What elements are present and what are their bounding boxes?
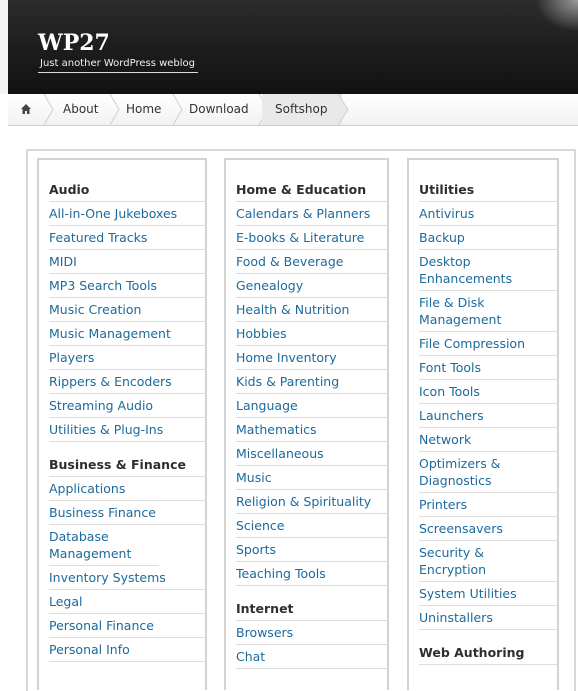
- category-link[interactable]: Miscellaneous: [236, 442, 387, 466]
- category-link[interactable]: Business Finance: [49, 501, 205, 525]
- category-link[interactable]: Utilities & Plug-Ins: [49, 418, 205, 442]
- category-link[interactable]: E-books & Literature: [236, 226, 387, 250]
- category-link[interactable]: Applications: [49, 477, 205, 501]
- category-link[interactable]: Players: [49, 346, 205, 370]
- category-link[interactable]: Genealogy: [236, 274, 387, 298]
- category-link[interactable]: Calendars & Planners: [236, 202, 387, 226]
- category-link[interactable]: Font Tools: [419, 356, 557, 380]
- category-link[interactable]: File & Disk Management: [419, 291, 557, 332]
- group-title-home-education[interactable]: Home & Education: [236, 181, 387, 202]
- category-link[interactable]: Religion & Spirituality: [236, 490, 387, 514]
- group-title-internet[interactable]: Internet: [236, 600, 387, 621]
- category-link[interactable]: Printers: [419, 493, 557, 517]
- category-link[interactable]: Streaming Audio: [49, 394, 205, 418]
- nav-item-softshop[interactable]: Softshop: [262, 94, 342, 125]
- category-link[interactable]: Screensavers: [419, 517, 557, 541]
- category-link[interactable]: Network: [419, 428, 557, 452]
- category-link[interactable]: Chat: [236, 645, 387, 669]
- category-link[interactable]: System Utilities: [419, 582, 557, 606]
- category-link[interactable]: Rippers & Encoders: [49, 370, 205, 394]
- category-link[interactable]: Launchers: [419, 404, 557, 428]
- category-link[interactable]: Icon Tools: [419, 380, 557, 404]
- nav-separator: [109, 94, 120, 125]
- category-link[interactable]: Music Management: [49, 322, 205, 346]
- group-title-web-authoring[interactable]: Web Authoring: [419, 644, 557, 665]
- breadcrumb-nav: About Home Download Softshop: [8, 94, 578, 126]
- category-link[interactable]: Personal Finance: [49, 614, 205, 638]
- category-link[interactable]: Food & Beverage: [236, 250, 387, 274]
- category-link[interactable]: Kids & Parenting: [236, 370, 387, 394]
- category-link[interactable]: All-in-One Jukeboxes: [49, 202, 205, 226]
- category-link[interactable]: Featured Tracks: [49, 226, 205, 250]
- group-title-audio[interactable]: Audio: [49, 181, 205, 202]
- category-link[interactable]: Science: [236, 514, 387, 538]
- category-link[interactable]: File Compression: [419, 332, 557, 356]
- category-link[interactable]: Uninstallers: [419, 606, 557, 630]
- nav-separator: [172, 94, 183, 125]
- category-link[interactable]: Personal Info: [49, 638, 205, 662]
- category-link[interactable]: Hobbies: [236, 322, 387, 346]
- category-link[interactable]: Backup: [419, 226, 557, 250]
- category-column-2: Home & Education Calendars & Planners E-…: [224, 158, 389, 690]
- site-tagline: Just another WordPress weblog: [38, 57, 199, 73]
- category-link[interactable]: Antivirus: [419, 202, 557, 226]
- category-link[interactable]: Legal: [49, 590, 205, 614]
- group-title-utilities[interactable]: Utilities: [419, 181, 557, 202]
- category-link[interactable]: Teaching Tools: [236, 562, 387, 586]
- category-link[interactable]: Security & Encryption: [419, 541, 557, 582]
- home-icon[interactable]: [20, 103, 32, 115]
- category-link[interactable]: Desktop Enhancements: [419, 250, 557, 291]
- group-list-home-education: Calendars & Planners E-books & Literatur…: [236, 202, 387, 586]
- category-link[interactable]: Music Creation: [49, 298, 205, 322]
- category-column-1: Audio All-in-One Jukeboxes Featured Trac…: [37, 158, 207, 690]
- group-list-audio: All-in-One Jukeboxes Featured Tracks MID…: [49, 202, 205, 442]
- site-header: WP27 Just another WordPress weblog: [0, 0, 578, 94]
- category-link[interactable]: Home Inventory: [236, 346, 387, 370]
- category-column-3: Utilities Antivirus Backup Desktop Enhan…: [407, 158, 559, 690]
- site-title[interactable]: WP27: [38, 30, 110, 56]
- group-list-business-finance: Applications Business Finance Database M…: [49, 477, 205, 662]
- nav-separator: [43, 94, 54, 125]
- category-link[interactable]: Database Management: [49, 525, 159, 566]
- group-title-business-finance[interactable]: Business & Finance: [49, 456, 205, 477]
- category-link[interactable]: MP3 Search Tools: [49, 274, 205, 298]
- category-link[interactable]: Browsers: [236, 621, 387, 645]
- group-list-utilities: Antivirus Backup Desktop Enhancements Fi…: [419, 202, 557, 630]
- category-link[interactable]: Language: [236, 394, 387, 418]
- category-link[interactable]: Sports: [236, 538, 387, 562]
- nav-separator: [338, 94, 349, 125]
- group-list-internet: Browsers Chat: [236, 621, 387, 669]
- category-link[interactable]: Health & Nutrition: [236, 298, 387, 322]
- nav-item-home[interactable]: Home: [126, 94, 161, 125]
- category-link[interactable]: MIDI: [49, 250, 205, 274]
- category-link[interactable]: Inventory Systems: [49, 566, 205, 590]
- nav-item-about[interactable]: About: [63, 94, 98, 125]
- category-link[interactable]: Music: [236, 466, 387, 490]
- nav-item-download[interactable]: Download: [189, 94, 249, 125]
- category-link[interactable]: Optimizers & Diagnostics: [419, 452, 557, 493]
- category-link[interactable]: Mathematics: [236, 418, 387, 442]
